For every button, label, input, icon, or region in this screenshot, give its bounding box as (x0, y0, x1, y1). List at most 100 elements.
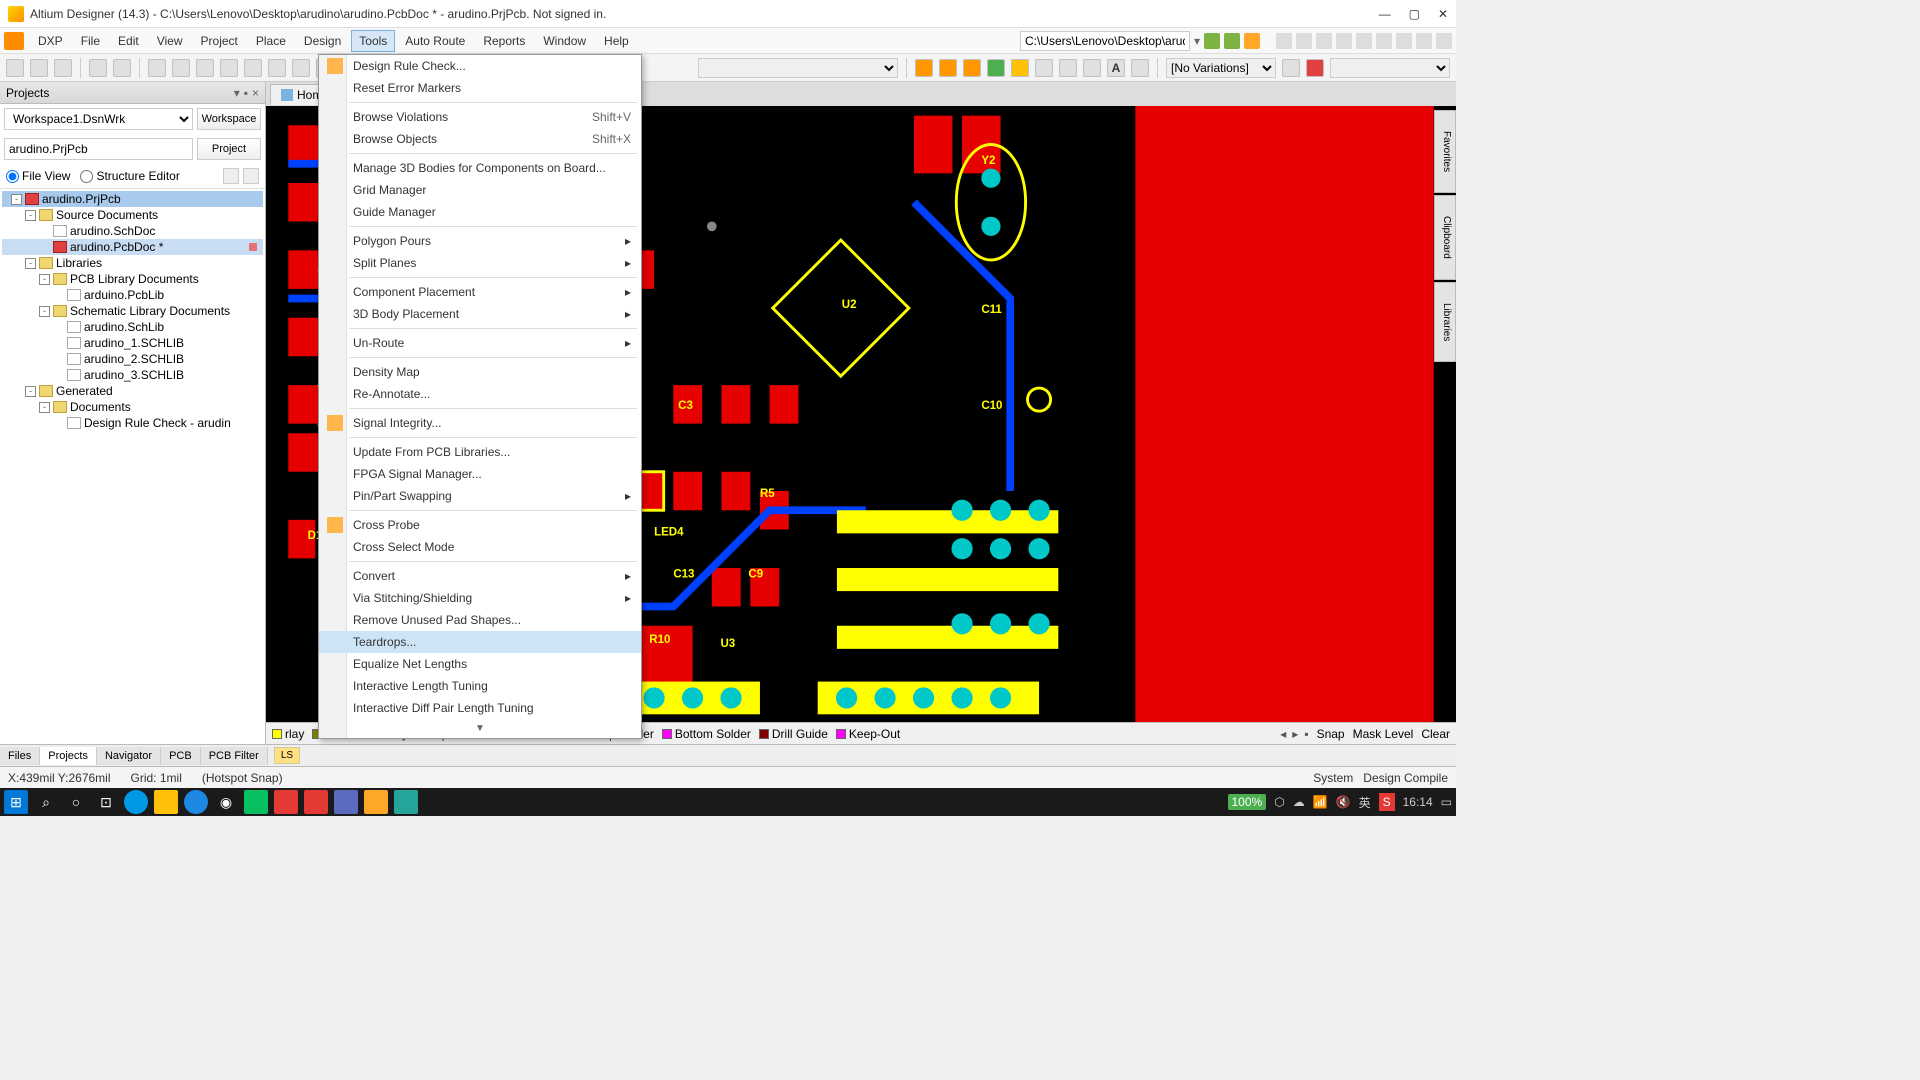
tool-h-icon[interactable] (1416, 33, 1432, 49)
skype-icon[interactable] (124, 790, 148, 814)
tb-fit-icon[interactable] (172, 59, 190, 77)
sogou-icon[interactable]: S (1379, 793, 1395, 811)
ime-icon[interactable]: 英 (1359, 794, 1371, 811)
layer-tab[interactable]: Bottom Solder (662, 727, 751, 741)
panel-pin-icon[interactable]: ▾ (234, 86, 240, 100)
menu-item-fpga-signal-manager[interactable]: FPGA Signal Manager... (319, 463, 641, 485)
menu-item-3d-body-placement[interactable]: 3D Body Placement▸ (319, 303, 641, 325)
maximize-button[interactable]: ▢ (1409, 7, 1420, 21)
project-button[interactable]: Project (197, 138, 261, 160)
tb-route-icon[interactable] (915, 59, 933, 77)
menu-design[interactable]: Design (296, 30, 349, 52)
app-red-icon[interactable] (274, 790, 298, 814)
menu-place[interactable]: Place (248, 30, 294, 52)
tray-b-icon[interactable]: ☁ (1293, 795, 1305, 809)
menu-view[interactable]: View (149, 30, 191, 52)
workspace-combo[interactable]: Workspace1.DsnWrk (4, 108, 193, 130)
menu-item-pin-part-swapping[interactable]: Pin/Part Swapping▸ (319, 485, 641, 507)
structure-editor-radio[interactable]: Structure Editor (80, 169, 179, 183)
altium-task-icon[interactable] (394, 790, 418, 814)
layer-tab[interactable]: Mask Level (1353, 727, 1414, 741)
tree-node[interactable]: arudino_2.SCHLIB (2, 351, 263, 367)
menu-item-un-route[interactable]: Un-Route▸ (319, 332, 641, 354)
menu-item-remove-unused-pad-shapes[interactable]: Remove Unused Pad Shapes... (319, 609, 641, 631)
tb-arc-icon[interactable] (1035, 59, 1053, 77)
menu-item-component-placement[interactable]: Component Placement▸ (319, 281, 641, 303)
menu-item-re-annotate[interactable]: Re-Annotate... (319, 383, 641, 405)
layer-tab[interactable]: Snap (1317, 727, 1345, 741)
layer-nav[interactable]: ◂▸▪ (1280, 727, 1308, 741)
tb-c-icon[interactable] (268, 59, 286, 77)
tb-zoom-icon[interactable] (148, 59, 166, 77)
tb-select-icon[interactable] (196, 59, 214, 77)
address-combo[interactable] (698, 58, 898, 78)
dxp-button[interactable] (4, 32, 24, 50)
favorites-tab[interactable]: Favorites (1434, 110, 1456, 193)
menu-item-split-planes[interactable]: Split Planes▸ (319, 252, 641, 274)
workspace-button[interactable]: Workspace (197, 108, 261, 130)
menu-item-browse-objects[interactable]: Browse ObjectsShift+X (319, 128, 641, 150)
tree-node[interactable]: Design Rule Check - arudin (2, 415, 263, 431)
tool-b-icon[interactable] (1296, 33, 1312, 49)
tb-fill-icon[interactable] (1059, 59, 1077, 77)
tb-var-a-icon[interactable] (1282, 59, 1300, 77)
menu-item-equalize-net-lengths[interactable]: Equalize Net Lengths (319, 653, 641, 675)
bottom-tab-navigator[interactable]: Navigator (97, 747, 161, 765)
variations-combo[interactable]: [No Variations] (1166, 58, 1276, 78)
menu-dxp[interactable]: DXP (30, 30, 71, 52)
chrome-icon[interactable]: ◉ (214, 790, 238, 814)
battery-icon[interactable]: 100% (1228, 794, 1267, 810)
menu-item-interactive-diff-pair-length-tuning[interactable]: Interactive Diff Pair Length Tuning (319, 697, 641, 719)
menu-item-manage-3d-bodies-for-components-on-board[interactable]: Manage 3D Bodies for Components on Board… (319, 157, 641, 179)
tool-f-icon[interactable] (1376, 33, 1392, 49)
menu-item-update-from-pcb-libraries[interactable]: Update From PCB Libraries... (319, 441, 641, 463)
wifi-icon[interactable]: 📶 (1313, 795, 1328, 809)
tree-node[interactable]: arudino.PcbDoc * (2, 239, 263, 255)
ie-icon[interactable] (184, 790, 208, 814)
notifications-icon[interactable]: ▭ (1441, 795, 1452, 809)
volume-icon[interactable]: 🔇 (1336, 795, 1351, 809)
panel-opt-icon[interactable]: ▪ (244, 86, 248, 100)
tree-node[interactable]: -PCB Library Documents (2, 271, 263, 287)
nav-back-icon[interactable] (1204, 33, 1220, 49)
dropdown-icon[interactable]: ▾ (1194, 34, 1200, 48)
nav-fwd-icon[interactable] (1224, 33, 1240, 49)
wechat-icon[interactable] (244, 790, 268, 814)
tb-d-icon[interactable] (292, 59, 310, 77)
panel-close-icon[interactable]: × (252, 86, 259, 100)
project-field[interactable] (4, 138, 193, 160)
tb-print-icon[interactable] (89, 59, 107, 77)
time[interactable]: 16:14 (1403, 795, 1433, 809)
taskview-icon[interactable]: ⊡ (94, 790, 118, 814)
tree-node[interactable]: -Generated (2, 383, 263, 399)
tree-node[interactable]: -Libraries (2, 255, 263, 271)
menu-item-cross-select-mode[interactable]: Cross Select Mode (319, 536, 641, 558)
tb-var-del-icon[interactable] (1306, 59, 1324, 77)
tb-open-icon[interactable] (30, 59, 48, 77)
view-icon-b[interactable] (243, 168, 259, 184)
path-field[interactable] (1020, 31, 1190, 51)
tree-node[interactable]: arudino.SchDoc (2, 223, 263, 239)
tree-node[interactable]: -Schematic Library Documents (2, 303, 263, 319)
menu-help[interactable]: Help (596, 30, 637, 52)
menu-item-density-map[interactable]: Density Map (319, 361, 641, 383)
menu-auto-route[interactable]: Auto Route (397, 30, 473, 52)
tb-new-icon[interactable] (6, 59, 24, 77)
search-icon[interactable]: ⌕ (34, 790, 58, 814)
menu-item-teardrops[interactable]: Teardrops... (319, 631, 641, 653)
menu-edit[interactable]: Edit (110, 30, 147, 52)
home-icon[interactable] (1244, 33, 1260, 49)
menu-item-cross-probe[interactable]: Cross Probe (319, 514, 641, 536)
menu-item-browse-violations[interactable]: Browse ViolationsShift+V (319, 106, 641, 128)
tree-node[interactable]: arudino.SchLib (2, 319, 263, 335)
menu-item-polygon-pours[interactable]: Polygon Pours▸ (319, 230, 641, 252)
bottom-tab-pcb[interactable]: PCB (161, 747, 201, 765)
project-tree[interactable]: -arudino.PrjPcb-Source Documentsarudino.… (0, 189, 265, 744)
bottom-tab-projects[interactable]: Projects (40, 747, 97, 765)
menu-tools[interactable]: Tools (351, 30, 395, 52)
menu-file[interactable]: File (73, 30, 108, 52)
tb-route2-icon[interactable] (939, 59, 957, 77)
folder-icon[interactable] (364, 790, 388, 814)
tree-node[interactable]: -arudino.PrjPcb (2, 191, 263, 207)
menu-project[interactable]: Project (193, 30, 246, 52)
